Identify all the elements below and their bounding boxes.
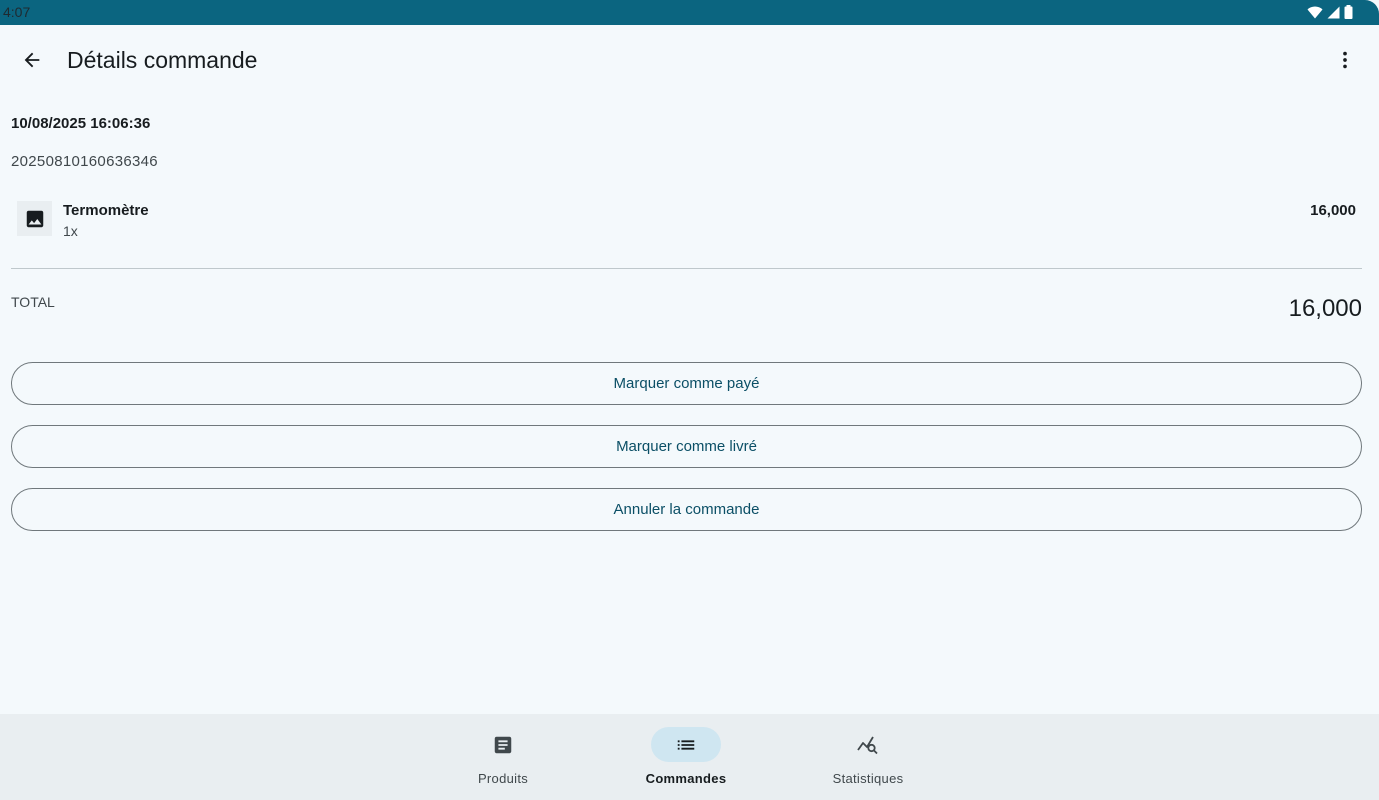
item-price: 16,000 bbox=[1310, 202, 1356, 219]
battery-icon bbox=[1344, 5, 1353, 19]
query-stats-icon bbox=[857, 736, 878, 754]
more-options-button[interactable] bbox=[1325, 40, 1365, 80]
item-thumbnail bbox=[17, 201, 52, 236]
wifi-icon bbox=[1307, 6, 1323, 18]
order-item-row: Termomètre 1x 16,000 bbox=[11, 195, 1362, 245]
mark-paid-button[interactable]: Marquer comme payé bbox=[11, 362, 1362, 405]
nav-label-produits: Produits bbox=[477, 771, 529, 786]
nav-item-produits[interactable]: Produits bbox=[433, 714, 573, 800]
item-quantity: 1x bbox=[63, 223, 78, 239]
mark-delivered-button[interactable]: Marquer comme livré bbox=[11, 425, 1362, 468]
back-button[interactable] bbox=[12, 40, 52, 80]
article-icon bbox=[494, 736, 512, 753]
item-name: Termomètre bbox=[63, 202, 149, 219]
nav-label-statistiques: Statistiques bbox=[832, 771, 904, 786]
nav-indicator-active bbox=[651, 727, 721, 762]
nav-label-commandes: Commandes bbox=[645, 771, 727, 786]
more-vert-icon bbox=[1343, 51, 1347, 69]
nav-item-statistiques[interactable]: Statistiques bbox=[798, 714, 938, 800]
status-bar: 4:07 bbox=[0, 0, 1379, 25]
total-value: 16,000 bbox=[1288, 295, 1362, 322]
top-app-bar: Détails commande bbox=[0, 25, 1379, 95]
bottom-navigation: Produits Commandes Statistiques bbox=[0, 714, 1379, 800]
image-icon bbox=[26, 210, 43, 227]
order-id: 20250810160636346 bbox=[11, 153, 158, 170]
arrow-back-icon bbox=[24, 52, 40, 68]
status-icons bbox=[1307, 5, 1353, 19]
status-time: 4:07 bbox=[3, 4, 31, 20]
page-title: Détails commande bbox=[67, 47, 258, 73]
nav-indicator bbox=[833, 727, 903, 762]
total-label: TOTAL bbox=[11, 294, 55, 310]
cancel-order-button[interactable]: Annuler la commande bbox=[11, 488, 1362, 531]
nav-item-commandes[interactable]: Commandes bbox=[616, 714, 756, 800]
cell-signal-icon bbox=[1327, 6, 1340, 18]
list-icon bbox=[677, 739, 695, 750]
nav-indicator bbox=[468, 727, 538, 762]
order-date: 10/08/2025 16:06:36 bbox=[11, 115, 151, 132]
divider bbox=[11, 268, 1362, 269]
